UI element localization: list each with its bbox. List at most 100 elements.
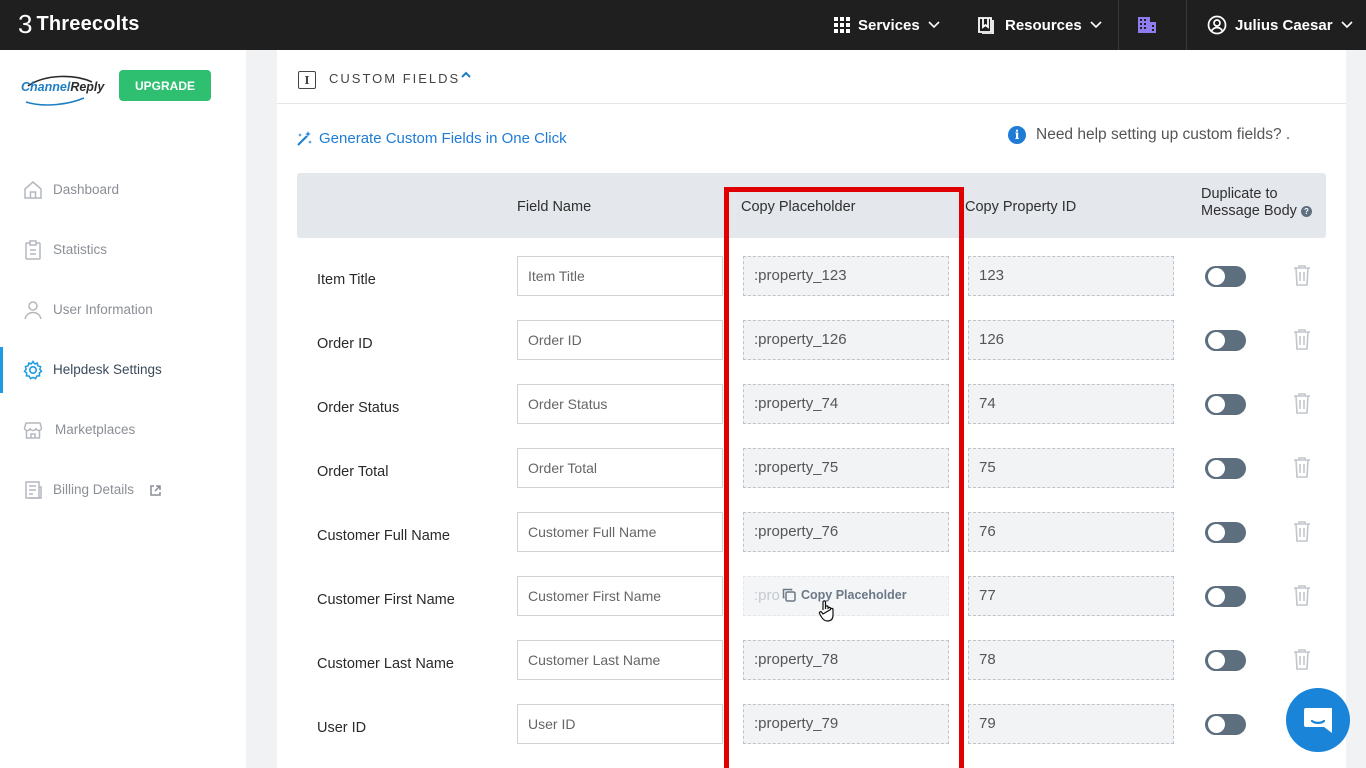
copy-placeholder-tip: Copy Placeholder: [801, 588, 907, 602]
organization-button[interactable]: [1137, 0, 1157, 50]
section-header[interactable]: I CUSTOM FIELDS: [277, 50, 1346, 104]
copy-placeholder-field[interactable]: :property_74: [743, 384, 949, 424]
chat-icon: [1304, 708, 1332, 733]
row-label: Customer First Name: [317, 592, 455, 608]
sidebar: ChannelReply UPGRADE Dashboard Statistic…: [0, 50, 246, 768]
services-label: Services: [858, 16, 920, 34]
table-row: Order ID Order ID :property_126 126: [277, 319, 1346, 383]
top-bar: 3 Threecolts Services Resources Julius C…: [0, 0, 1366, 50]
duplicate-toggle[interactable]: [1205, 266, 1246, 287]
copy-property-id-field[interactable]: 79: [968, 704, 1174, 744]
copy-property-id-field[interactable]: 75: [968, 448, 1174, 488]
table-row: Item Title Item Title :property_123 123: [277, 255, 1346, 319]
sidebar-item-user-information[interactable]: User Information: [0, 290, 246, 330]
trash-icon[interactable]: [1293, 456, 1311, 478]
text-field-icon: I: [298, 71, 316, 89]
user-menu[interactable]: Julius Caesar: [1207, 0, 1353, 50]
duplicate-toggle[interactable]: [1205, 394, 1246, 415]
gear-icon: [23, 360, 43, 380]
duplicate-toggle[interactable]: [1205, 650, 1246, 671]
copy-placeholder-field[interactable]: :property_78: [743, 640, 949, 680]
duplicate-toggle[interactable]: [1205, 458, 1246, 479]
section-title: CUSTOM FIELDS: [329, 71, 461, 86]
divider: [1118, 0, 1119, 50]
sidebar-item-billing-details[interactable]: Billing Details: [0, 470, 246, 510]
chevron-down-icon: [1090, 21, 1102, 29]
services-menu[interactable]: Services: [834, 0, 940, 50]
header-duplicate-line1: Duplicate to: [1201, 186, 1278, 202]
help-text: Need help setting up custom fields? .: [1036, 126, 1291, 143]
channelreply-logo[interactable]: ChannelReply: [20, 72, 104, 106]
threecolts-logo[interactable]: 3 Threecolts: [18, 10, 140, 38]
user-name: Julius Caesar: [1235, 16, 1333, 34]
resources-menu[interactable]: Resources: [977, 0, 1102, 50]
generate-link-label: Generate Custom Fields in One Click: [319, 130, 567, 147]
copy-property-id-field[interactable]: 77: [968, 576, 1174, 616]
help-question-icon[interactable]: ?: [1300, 205, 1312, 217]
copy-placeholder-field[interactable]: :property_123: [743, 256, 949, 296]
field-name-input[interactable]: User ID: [517, 704, 723, 744]
field-name-input[interactable]: Order Total: [517, 448, 723, 488]
custom-fields-panel: I CUSTOM FIELDS Generate Custom Fields i…: [277, 50, 1346, 768]
field-name-input[interactable]: Customer First Name: [517, 576, 723, 616]
copy-placeholder-field[interactable]: :property_79: [743, 704, 949, 744]
chevron-up-icon[interactable]: [460, 70, 472, 80]
trash-icon[interactable]: [1293, 520, 1311, 542]
header-duplicate: Message Body ?: [1201, 203, 1312, 219]
trash-icon[interactable]: [1293, 328, 1311, 350]
copy-placeholder-field[interactable]: :property_76: [743, 512, 949, 552]
billing-icon: [25, 481, 42, 499]
field-name-input[interactable]: Customer Last Name: [517, 640, 723, 680]
user-circle-icon: [1207, 15, 1227, 35]
copy-property-id-field[interactable]: 76: [968, 512, 1174, 552]
sidebar-item-statistics[interactable]: Statistics: [0, 230, 246, 270]
help-link[interactable]: i Need help setting up custom fields? .: [1008, 126, 1290, 144]
field-name-input[interactable]: Order Status: [517, 384, 723, 424]
upgrade-button[interactable]: UPGRADE: [119, 70, 211, 101]
copy-placeholder-field[interactable]: :property_75: [743, 448, 949, 488]
header-copy-property-id: Copy Property ID: [965, 199, 1077, 215]
sidebar-item-dashboard[interactable]: Dashboard: [0, 170, 246, 210]
sidebar-item-label: Marketplaces: [55, 422, 136, 437]
header-duplicate-line2: Message Body: [1201, 203, 1297, 219]
resources-label: Resources: [1005, 16, 1082, 34]
copy-placeholder-overlay[interactable]: Copy Placeholder: [782, 588, 907, 602]
generate-custom-fields-link[interactable]: Generate Custom Fields in One Click: [296, 130, 567, 147]
trash-icon[interactable]: [1293, 648, 1311, 670]
field-name-input[interactable]: Item Title: [517, 256, 723, 296]
duplicate-toggle[interactable]: [1205, 330, 1246, 351]
field-name-input[interactable]: Customer Full Name: [517, 512, 723, 552]
sidebar-item-label: Helpdesk Settings: [53, 362, 162, 377]
sidebar-item-marketplaces[interactable]: Marketplaces: [0, 410, 246, 450]
copy-property-id-field[interactable]: 126: [968, 320, 1174, 360]
row-label: Order ID: [317, 336, 373, 352]
clipboard-icon: [25, 240, 41, 260]
trash-icon[interactable]: [1293, 264, 1311, 286]
duplicate-toggle[interactable]: [1205, 714, 1246, 735]
sidebar-item-helpdesk-settings[interactable]: Helpdesk Settings: [0, 347, 246, 393]
copy-property-id-field[interactable]: 74: [968, 384, 1174, 424]
row-label: Order Total: [317, 464, 389, 480]
row-label: User ID: [317, 720, 367, 736]
duplicate-toggle[interactable]: [1205, 522, 1246, 543]
trash-icon[interactable]: [1293, 392, 1311, 414]
user-icon: [24, 301, 42, 320]
table-row: Customer Last Name Customer Last Name :p…: [277, 639, 1346, 703]
duplicate-toggle[interactable]: [1205, 586, 1246, 607]
header-field-name: Field Name: [517, 199, 592, 215]
external-link-icon: [150, 485, 161, 496]
copy-property-id-field[interactable]: 78: [968, 640, 1174, 680]
copy-placeholder-field[interactable]: :property_126: [743, 320, 949, 360]
copy-property-id-field[interactable]: 123: [968, 256, 1174, 296]
logo-text: ChannelReply: [21, 80, 105, 94]
header-copy-placeholder: Copy Placeholder: [741, 199, 856, 215]
store-icon: [23, 422, 43, 439]
book-icon: [978, 17, 994, 34]
trash-icon[interactable]: [1293, 584, 1311, 606]
table-row: User ID User ID :property_79 79: [277, 703, 1346, 767]
info-icon: i: [1008, 126, 1026, 144]
chat-button[interactable]: [1286, 688, 1350, 752]
field-name-input[interactable]: Order ID: [517, 320, 723, 360]
row-label: Order Status: [317, 400, 400, 416]
brand-mark: 3: [18, 9, 33, 39]
